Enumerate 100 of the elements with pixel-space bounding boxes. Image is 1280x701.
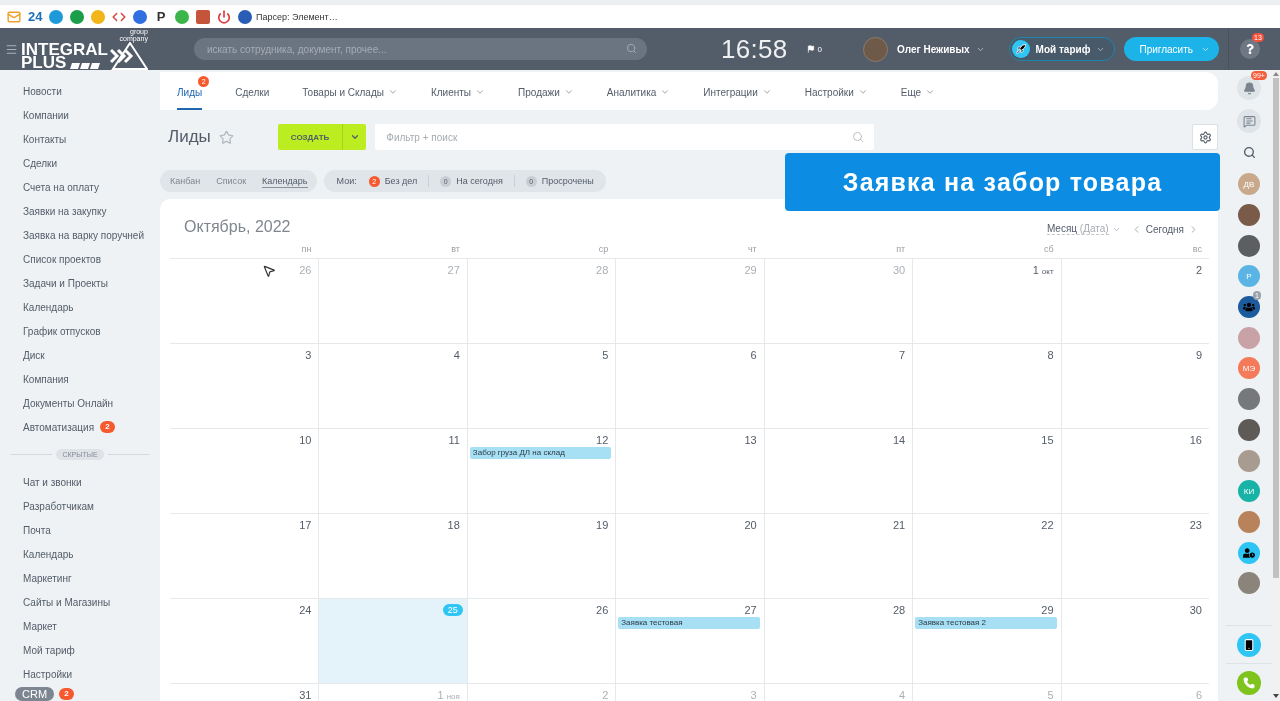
view-mode-dropdown[interactable]: Месяц (Дата) xyxy=(1046,223,1121,235)
bookmark-link[interactable]: P xyxy=(154,9,168,24)
contact-photo-placeholder[interactable] xyxy=(1238,388,1260,411)
square-favicon-icon[interactable] xyxy=(196,9,210,24)
sidebar-item[interactable]: Почта xyxy=(0,518,160,542)
nav-tab[interactable]: Товары и Склады xyxy=(302,72,398,110)
create-menu-button[interactable] xyxy=(342,124,367,150)
envelope-icon[interactable] xyxy=(7,9,21,24)
caret-icon xyxy=(349,132,360,142)
sidebar-item[interactable]: Счета на оплату xyxy=(0,175,160,199)
sidebar-item[interactable]: Автоматизация 2 xyxy=(0,415,160,439)
filter-search-field[interactable]: Фильтр + поиск xyxy=(375,124,875,150)
round-favicon-icon[interactable] xyxy=(238,9,252,24)
weekday-label: ср xyxy=(597,243,610,256)
sidebar-item[interactable]: Сделки xyxy=(0,151,160,175)
sidebar-item[interactable]: Заявка на варку поручней xyxy=(0,223,160,247)
settings-button[interactable] xyxy=(1192,124,1218,150)
menu-icon[interactable] xyxy=(5,42,18,56)
sidebar-item[interactable]: Новости xyxy=(0,79,160,103)
user-clock-icon[interactable] xyxy=(1238,541,1260,564)
sidebar-item[interactable]: Задачи и Проекты xyxy=(0,271,160,295)
nav-tab[interactable]: Сделки xyxy=(235,72,270,110)
bookmark-link[interactable]: 24 xyxy=(28,9,42,24)
nav-tab[interactable]: Аналитика xyxy=(606,72,671,110)
weekday-label: сб xyxy=(1042,243,1055,256)
day-number: 6 xyxy=(750,349,757,362)
tariff-button[interactable]: Мой тариф xyxy=(1008,37,1116,61)
contact-photo-placeholder[interactable] xyxy=(1238,572,1260,595)
sidebar-item[interactable]: Диск xyxy=(0,343,160,367)
contact-photo-placeholder[interactable] xyxy=(1238,204,1260,227)
sidebar-item[interactable]: Мой тариф xyxy=(0,638,160,662)
notifications-button[interactable] xyxy=(1237,76,1261,100)
nav-tab[interactable]: Продажи xyxy=(518,72,574,110)
scroll-down-icon[interactable] xyxy=(1273,694,1279,698)
day-number: 2 xyxy=(602,689,609,701)
counter-badge: 2 xyxy=(59,688,75,700)
nav-tab[interactable]: Еще xyxy=(900,72,936,110)
day-number: 13 xyxy=(744,434,757,447)
day-number: 29 xyxy=(1041,604,1054,617)
day-number: 28 xyxy=(892,604,906,617)
weekday-label: пт xyxy=(895,243,907,256)
contact-photo-placeholder[interactable] xyxy=(1238,234,1260,257)
round-favicon-icon[interactable] xyxy=(133,9,147,24)
calendar-event[interactable]: Заявка тестовая xyxy=(618,617,760,629)
sidebar-item[interactable]: Компания xyxy=(0,367,160,391)
contact-photo-placeholder[interactable] xyxy=(1238,510,1260,533)
contact-photo-placeholder[interactable] xyxy=(1238,418,1260,441)
round-favicon-icon[interactable] xyxy=(175,9,189,24)
view-tab[interactable]: Календарь xyxy=(262,174,308,188)
sidebar-item[interactable]: Сайты и Магазины xyxy=(0,590,160,614)
day-number: 18 xyxy=(447,519,460,532)
day-number: 29 xyxy=(744,264,757,277)
crm-chip[interactable]: CRM xyxy=(15,687,55,701)
group-chat-icon[interactable] xyxy=(1238,296,1260,319)
weekday-label: вт xyxy=(450,243,461,256)
sidebar-item[interactable]: Маркет xyxy=(0,614,160,638)
nav-tab[interactable]: Интеграции xyxy=(703,72,772,110)
sidebar-item[interactable]: Список проектов xyxy=(0,247,160,271)
user-menu-button[interactable]: Олег Неживых xyxy=(897,43,985,55)
sidebar-item[interactable]: Настройки xyxy=(0,662,160,686)
scrollbar-thumb[interactable] xyxy=(1273,78,1279,578)
sidebar-item[interactable]: Заявки на закупку xyxy=(0,199,160,223)
today-button[interactable]: Сегодня xyxy=(1145,223,1184,235)
sidebar-item[interactable]: Календарь xyxy=(0,542,160,566)
weekday-label: пн xyxy=(300,243,313,256)
smartphone-icon[interactable] xyxy=(1237,632,1261,657)
round-favicon-icon[interactable] xyxy=(70,9,84,24)
today-date-badge: 25 xyxy=(442,604,463,616)
sidebar-item[interactable]: Контакты xyxy=(0,127,160,151)
calendar-event[interactable]: Забор груза ДЛ на склад xyxy=(469,447,612,459)
sidebar-item[interactable]: Документы Онлайн xyxy=(0,391,160,415)
help-button[interactable] xyxy=(1240,39,1260,59)
scroll-up-icon[interactable] xyxy=(1273,72,1279,76)
sidebar-item[interactable]: Маркетинг xyxy=(0,566,160,590)
bookmark-link[interactable]: Парсер: Элемент… xyxy=(256,11,338,22)
sidebar-item[interactable]: Разработчикам xyxy=(0,494,160,518)
counter-badge: 2 xyxy=(100,421,116,433)
sidebar-item[interactable]: Чат и звонки xyxy=(0,470,160,494)
nav-tab[interactable]: Настройки xyxy=(804,72,868,110)
calendar-event[interactable]: Заявка тестовая 2 xyxy=(915,617,1057,629)
day-number: 4 xyxy=(899,689,906,701)
chat-button[interactable] xyxy=(1237,109,1261,133)
round-favicon-icon[interactable] xyxy=(49,9,63,24)
logo-text: PLUS xyxy=(21,56,67,69)
create-button[interactable]: СОЗДАТЬ xyxy=(277,124,343,150)
bell-icon xyxy=(1242,81,1256,95)
sidebar-item[interactable]: Календарь xyxy=(0,295,160,319)
sidebar-item[interactable]: Компании xyxy=(0,103,160,127)
power-icon[interactable] xyxy=(217,9,231,24)
star-icon[interactable] xyxy=(218,129,234,145)
day-number: 20 xyxy=(744,519,757,532)
counters-label: Мои: xyxy=(336,176,357,186)
clock-time: 16:58 xyxy=(720,33,788,65)
search-icon[interactable] xyxy=(1242,146,1256,159)
nav-tab[interactable]: Клиенты xyxy=(430,72,486,110)
day-number: 1 ноя xyxy=(437,689,460,701)
phone-icon[interactable] xyxy=(1237,670,1261,695)
sidebar-item[interactable]: График отпусков xyxy=(0,319,160,343)
day-number: 17 xyxy=(299,519,312,532)
flag-icon[interactable] xyxy=(807,45,816,53)
